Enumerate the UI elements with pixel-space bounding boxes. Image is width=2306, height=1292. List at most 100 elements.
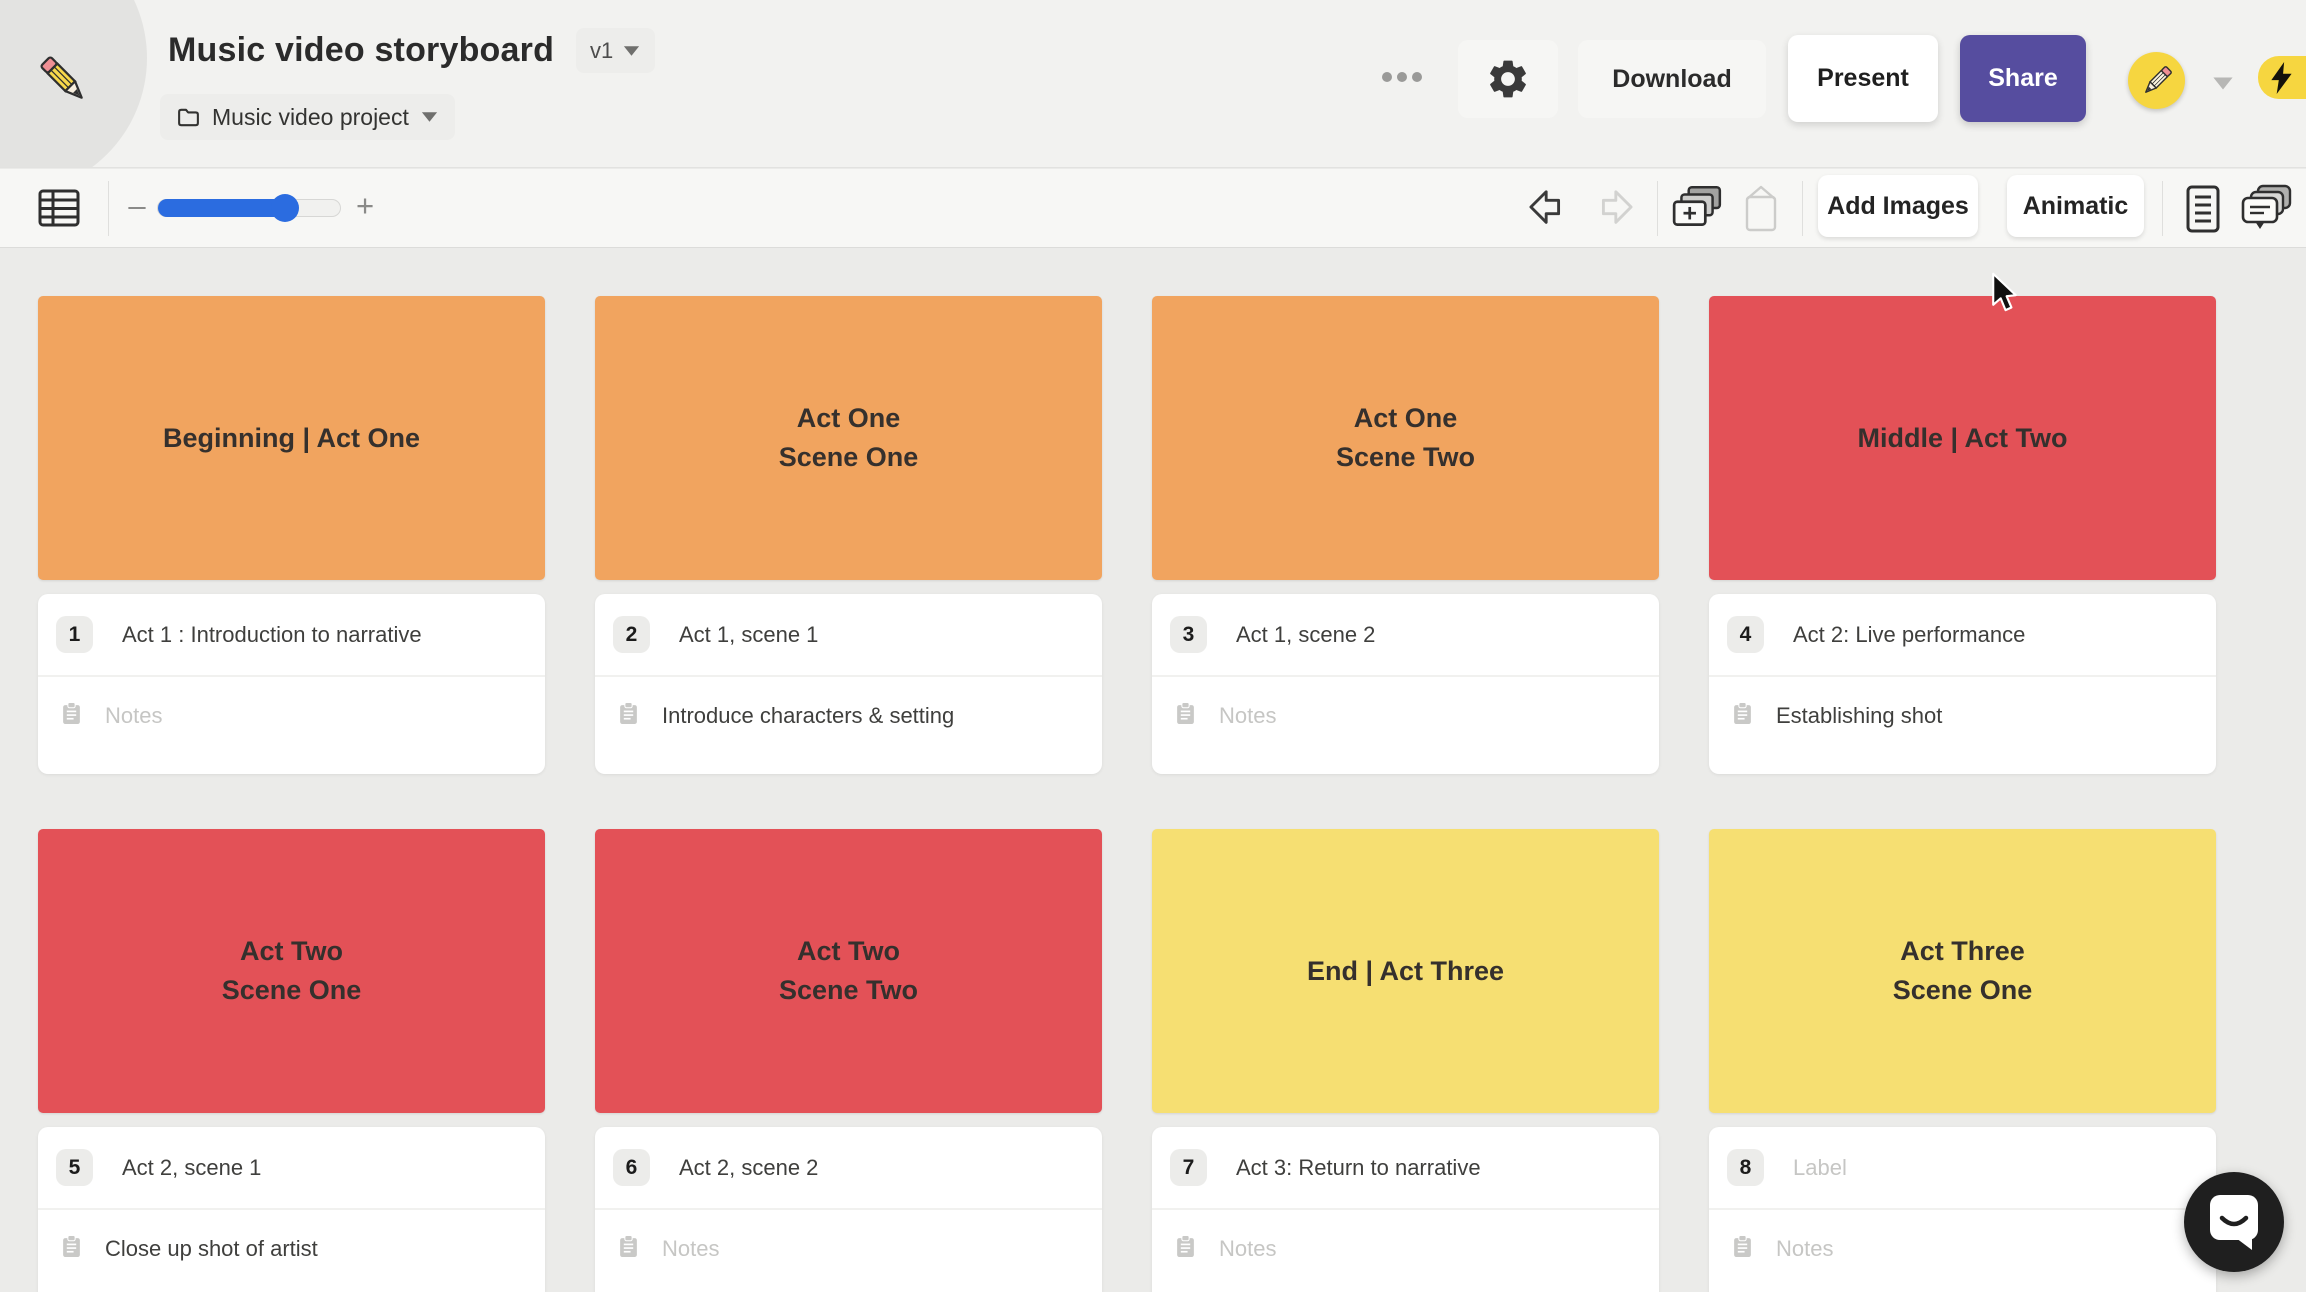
card-number-badge: 8 xyxy=(1727,1149,1764,1186)
card-notes-row[interactable]: Establishing shot xyxy=(1709,677,2216,772)
card-label-input[interactable]: Act 2: Live performance xyxy=(1793,622,2025,648)
card-label-row[interactable]: 5 Act 2, scene 1 xyxy=(38,1127,545,1210)
storyboard-card[interactable]: Act One Scene Two 3 Act 1, scene 2 Notes xyxy=(1152,296,1659,774)
comments-icon xyxy=(2241,184,2292,229)
storyboard-card[interactable]: Act One Scene One 2 Act 1, scene 1 Introd… xyxy=(595,296,1102,774)
card-image[interactable]: End | Act Three xyxy=(1152,829,1659,1113)
script-view-button[interactable] xyxy=(2182,183,2224,235)
card-notes-row[interactable]: Introduce characters & setting xyxy=(595,677,1102,772)
zoom-slider-thumb[interactable] xyxy=(271,194,299,222)
app-logo-pencil-icon[interactable] xyxy=(34,50,94,110)
card-number-badge: 2 xyxy=(613,616,650,653)
settings-button[interactable] xyxy=(1458,40,1558,118)
card-notes-row[interactable]: Notes xyxy=(1152,677,1659,772)
add-images-button[interactable]: Add Images xyxy=(1818,175,1978,237)
card-title: Act One Scene Two xyxy=(1335,403,1476,472)
card-number-badge: 6 xyxy=(613,1149,650,1186)
card-label-input[interactable]: Act 1, scene 1 xyxy=(679,622,818,648)
card-notes-row[interactable]: Notes xyxy=(1709,1210,2216,1292)
card-number-badge: 4 xyxy=(1727,616,1764,653)
card-title: Act Two Scene Two xyxy=(778,936,919,1005)
animatic-button[interactable]: Animatic xyxy=(2007,175,2144,237)
card-label-input[interactable]: Act 1 : Introduction to narrative xyxy=(122,622,422,648)
card-label-row[interactable]: 6 Act 2, scene 2 xyxy=(595,1127,1102,1210)
version-dropdown[interactable]: v1 xyxy=(576,28,656,73)
card-title: Middle | Act Two xyxy=(1857,422,2068,453)
card-label-input[interactable]: Act 3: Return to narrative xyxy=(1236,1155,1481,1181)
project-dropdown[interactable]: Music video project xyxy=(160,94,455,140)
duplicate-frames-button[interactable] xyxy=(1668,183,1726,233)
clipboard-icon xyxy=(620,702,637,724)
card-notes-input[interactable]: Close up shot of artist xyxy=(105,1236,318,1262)
card-notes-input[interactable]: Introduce characters & setting xyxy=(662,703,954,729)
project-name: Music video project xyxy=(212,103,409,130)
clipboard-icon xyxy=(1177,1235,1194,1257)
card-label-row[interactable]: 4 Act 2: Live performance xyxy=(1709,594,2216,677)
share-button[interactable]: Share xyxy=(1960,35,2086,122)
card-number-badge: 5 xyxy=(56,1149,93,1186)
clipboard-icon xyxy=(620,1235,637,1257)
storyboard-card[interactable]: Middle | Act Two 4 Act 2: Live performan… xyxy=(1709,296,2216,774)
card-image[interactable]: Act Two Scene Two xyxy=(595,829,1102,1113)
card-notes-input[interactable]: Notes xyxy=(1219,1236,1276,1262)
comments-button[interactable] xyxy=(2238,182,2296,236)
paste-clipboard-icon xyxy=(1745,185,1777,232)
present-button[interactable]: Present xyxy=(1788,35,1938,122)
chat-launcher-button[interactable] xyxy=(2184,1172,2284,1272)
storyboard-card[interactable]: Act Two Scene One 5 Act 2, scene 1 Close … xyxy=(38,829,545,1292)
zoom-out-button[interactable]: – xyxy=(122,188,152,224)
storyboard-card[interactable]: Act Two Scene Two 6 Act 2, scene 2 Notes xyxy=(595,829,1102,1292)
card-label-row[interactable]: 7 Act 3: Return to narrative xyxy=(1152,1127,1659,1210)
clipboard-icon xyxy=(63,702,80,724)
card-label-input[interactable]: Act 2, scene 1 xyxy=(122,1155,261,1181)
zoom-slider[interactable] xyxy=(157,194,341,222)
card-label-input[interactable]: Act 2, scene 2 xyxy=(679,1155,818,1181)
card-notes-row[interactable]: Notes xyxy=(1152,1210,1659,1292)
card-image[interactable]: Act One Scene Two xyxy=(1152,296,1659,580)
grid-view-button[interactable] xyxy=(30,179,88,237)
card-label-row[interactable]: 3 Act 1, scene 2 xyxy=(1152,594,1659,677)
redo-button[interactable] xyxy=(1586,185,1638,231)
card-image[interactable]: Act Two Scene One xyxy=(38,829,545,1113)
card-notes-row[interactable]: Close up shot of artist xyxy=(38,1210,545,1292)
card-notes-input[interactable]: Notes xyxy=(1219,703,1276,729)
avatar[interactable] xyxy=(2128,52,2185,109)
card-title: Act One Scene One xyxy=(778,403,919,472)
download-button[interactable]: Download xyxy=(1578,40,1766,118)
undo-button[interactable] xyxy=(1524,185,1576,231)
grid-view-icon xyxy=(38,189,80,227)
overflow-menu-button[interactable] xyxy=(1382,72,1422,82)
card-notes-row[interactable]: Notes xyxy=(595,1210,1102,1292)
upgrade-chip[interactable] xyxy=(2258,56,2306,99)
card-panel: 7 Act 3: Return to narrative Notes xyxy=(1152,1127,1659,1292)
card-label-input[interactable]: Label xyxy=(1793,1155,1847,1181)
card-label-row[interactable]: 8 Label xyxy=(1709,1127,2216,1210)
duplicate-icon xyxy=(1672,185,1722,226)
card-image[interactable]: Act One Scene One xyxy=(595,296,1102,580)
card-title: Act Three Scene One xyxy=(1892,936,2033,1005)
storyboard-card[interactable]: End | Act Three 7 Act 3: Return to narra… xyxy=(1152,829,1659,1292)
card-notes-input[interactable]: Establishing shot xyxy=(1776,703,1942,729)
clipboard-icon xyxy=(1177,702,1194,724)
zoom-in-button[interactable]: + xyxy=(350,188,380,224)
card-notes-row[interactable]: Notes xyxy=(38,677,545,772)
card-label-input[interactable]: Act 1, scene 2 xyxy=(1236,622,1375,648)
card-notes-input[interactable]: Notes xyxy=(662,1236,719,1262)
card-image[interactable]: Act Three Scene One xyxy=(1709,829,2216,1113)
card-image[interactable]: Middle | Act Two xyxy=(1709,296,2216,580)
version-label: v1 xyxy=(590,37,614,63)
card-image[interactable]: Beginning | Act One xyxy=(38,296,545,580)
card-label-row[interactable]: 1 Act 1 : Introduction to narrative xyxy=(38,594,545,677)
undo-arrow-icon xyxy=(1529,190,1561,224)
card-label-row[interactable]: 2 Act 1, scene 1 xyxy=(595,594,1102,677)
card-number-badge: 7 xyxy=(1170,1149,1207,1186)
clipboard-icon xyxy=(1734,702,1751,724)
storyboard-card[interactable]: Act Three Scene One 8 Label Notes xyxy=(1709,829,2216,1292)
paste-button[interactable] xyxy=(1740,183,1782,235)
card-notes-input[interactable]: Notes xyxy=(105,703,162,729)
storyboard-card[interactable]: Beginning | Act One 1 Act 1 : Introducti… xyxy=(38,296,545,774)
folder-icon xyxy=(178,108,199,126)
card-notes-input[interactable]: Notes xyxy=(1776,1236,1833,1262)
lightning-bolt-icon xyxy=(2271,61,2292,94)
avatar-chevron-down-icon[interactable] xyxy=(2211,76,2235,91)
